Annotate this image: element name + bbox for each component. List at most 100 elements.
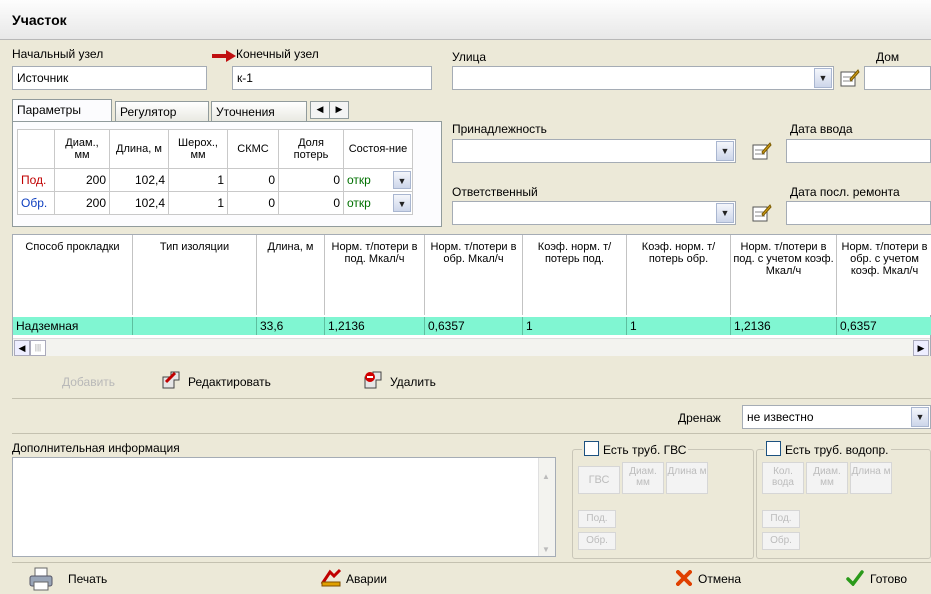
cell-skms[interactable]: 0 bbox=[227, 168, 279, 192]
grid-cell[interactable]: 1 bbox=[523, 317, 627, 335]
arrow-right-icon bbox=[212, 50, 236, 62]
grid-cell[interactable]: 0,6357 bbox=[837, 317, 931, 335]
table-row: Обр. 200 102,4 1 0 0 откр ▼ bbox=[17, 191, 413, 215]
cell-diam[interactable]: 200 bbox=[54, 191, 110, 215]
start-node-field[interactable]: Источник bbox=[12, 66, 207, 90]
cell-skms[interactable]: 0 bbox=[227, 191, 279, 215]
chevron-down-icon[interactable]: ▼ bbox=[393, 194, 411, 212]
grid-header[interactable]: Длина, м bbox=[257, 235, 325, 315]
scroll-thumb[interactable]: ||| bbox=[30, 340, 46, 356]
water-col-header: Кол. вода bbox=[762, 462, 804, 494]
scroll-down-icon[interactable]: ▼ bbox=[542, 545, 550, 554]
grid-cell[interactable]: 1,2136 bbox=[731, 317, 837, 335]
house-field[interactable] bbox=[864, 66, 931, 90]
belong-combo[interactable]: ▼ bbox=[452, 139, 736, 163]
cell-rough[interactable]: 1 bbox=[168, 168, 228, 192]
end-node-field[interactable]: к-1 bbox=[232, 66, 432, 90]
checkbox-icon[interactable] bbox=[584, 441, 599, 456]
horizontal-scrollbar[interactable]: ◀ ||| ▶ bbox=[13, 338, 930, 356]
water-col-header: Диам. мм bbox=[806, 462, 848, 494]
grid-cell[interactable]: 0,6357 bbox=[425, 317, 523, 335]
add-button[interactable]: Добавить bbox=[62, 375, 115, 389]
accident-icon bbox=[320, 568, 342, 587]
grid-cell[interactable]: 1,2136 bbox=[325, 317, 425, 335]
insulation-grid: Способ прокладки Тип изоляции Длина, м Н… bbox=[12, 234, 931, 356]
params-header-rough: Шерох., мм bbox=[168, 129, 228, 169]
cell-length[interactable]: 102,4 bbox=[109, 168, 169, 192]
state-select[interactable]: откр ▼ bbox=[343, 168, 413, 192]
grid-header[interactable]: Норм. т/потери в обр. с учетом коэф. Мка… bbox=[837, 235, 931, 315]
cancel-button[interactable]: Отмена bbox=[698, 572, 741, 586]
chevron-down-icon[interactable]: ▼ bbox=[716, 141, 734, 161]
accidents-button[interactable]: Аварии bbox=[346, 572, 387, 586]
state-value: откр bbox=[347, 196, 371, 210]
delete-button[interactable]: Удалить bbox=[390, 375, 436, 389]
edit-form-icon[interactable] bbox=[750, 140, 772, 162]
scroll-left-icon[interactable]: ◀ bbox=[14, 340, 30, 356]
grid-header[interactable]: Коэф. норм. т/потерь под. bbox=[523, 235, 627, 315]
gvs-checkbox-label: Есть труб. ГВС bbox=[603, 443, 687, 457]
cell-loss[interactable]: 0 bbox=[278, 168, 344, 192]
params-header-length: Длина, м bbox=[109, 129, 169, 169]
date-in-field[interactable] bbox=[786, 139, 931, 163]
grid-header[interactable]: Способ прокладки bbox=[13, 235, 133, 315]
chevron-down-icon[interactable]: ▼ bbox=[393, 171, 411, 189]
params-panel: Диам., мм Длина, м Шерох., мм СКМС Доля … bbox=[12, 121, 442, 227]
grid-header[interactable]: Коэф. норм. т/потерь обр. bbox=[627, 235, 731, 315]
params-table: Диам., мм Длина, м Шерох., мм СКМС Доля … bbox=[17, 129, 413, 215]
edit-form-icon[interactable] bbox=[750, 202, 772, 224]
end-node-label: Конечный узел bbox=[236, 47, 319, 61]
start-node-label: Начальный узел bbox=[12, 47, 104, 61]
grid-cell[interactable]: 33,6 bbox=[257, 317, 325, 335]
gvs-col-header: Диам. мм bbox=[622, 462, 664, 494]
edit-form-icon[interactable] bbox=[838, 67, 860, 89]
checkbox-icon[interactable] bbox=[766, 441, 781, 456]
scroll-right-icon[interactable]: ▶ bbox=[913, 340, 929, 356]
drain-value: не известно bbox=[747, 410, 814, 424]
gvs-checkbox[interactable]: Есть труб. ГВС bbox=[582, 441, 689, 457]
tab-scroll-left-icon[interactable]: ◀ bbox=[310, 101, 330, 119]
grid-header[interactable]: Норм. т/потери в под. с учетом коэф. Мка… bbox=[731, 235, 837, 315]
grid-header[interactable]: Норм. т/потери в обр. Мкал/ч bbox=[425, 235, 523, 315]
cell-length[interactable]: 102,4 bbox=[109, 191, 169, 215]
state-value: откр bbox=[347, 173, 371, 187]
water-row-label: Обр. bbox=[762, 532, 800, 550]
row-label-return: Обр. bbox=[17, 191, 55, 215]
chevron-down-icon[interactable]: ▼ bbox=[716, 203, 734, 223]
params-header-skms: СКМС bbox=[227, 129, 279, 169]
print-button[interactable]: Печать bbox=[68, 572, 107, 586]
cell-diam[interactable]: 200 bbox=[54, 168, 110, 192]
tab-regulator[interactable]: Регулятор bbox=[115, 101, 209, 121]
gvs-col-header: ГВС bbox=[578, 466, 620, 494]
grid-header[interactable]: Тип изоляции bbox=[133, 235, 257, 315]
street-combo[interactable]: ▼ bbox=[452, 66, 834, 90]
table-row[interactable]: Надземная 33,6 1,2136 0,6357 1 1 1,2136 … bbox=[13, 317, 931, 335]
cell-rough[interactable]: 1 bbox=[168, 191, 228, 215]
tab-refinements[interactable]: Уточнения bbox=[211, 101, 307, 121]
cancel-x-icon bbox=[676, 570, 692, 586]
chevron-down-icon[interactable]: ▼ bbox=[911, 407, 929, 427]
scroll-up-icon[interactable]: ▲ bbox=[542, 472, 550, 481]
date-repair-label: Дата посл. ремонта bbox=[790, 185, 900, 199]
tab-parameters[interactable]: Параметры bbox=[12, 99, 112, 121]
responsible-combo[interactable]: ▼ bbox=[452, 201, 736, 225]
cell-loss[interactable]: 0 bbox=[278, 191, 344, 215]
date-repair-field[interactable] bbox=[786, 201, 931, 225]
grid-cell[interactable]: Надземная bbox=[13, 317, 133, 335]
chevron-down-icon[interactable]: ▼ bbox=[814, 68, 832, 88]
extra-info-textarea[interactable]: ▲ ▼ bbox=[12, 457, 556, 557]
drain-select[interactable]: не известно ▼ bbox=[742, 405, 931, 429]
grid-cell[interactable]: 1 bbox=[627, 317, 731, 335]
params-header-loss: Доля потерь bbox=[278, 129, 344, 169]
grid-header[interactable]: Норм. т/потери в под. Мкал/ч bbox=[325, 235, 425, 315]
water-checkbox[interactable]: Есть труб. водопр. bbox=[764, 441, 891, 457]
vertical-scrollbar[interactable]: ▲ ▼ bbox=[538, 458, 555, 556]
state-select[interactable]: откр ▼ bbox=[343, 191, 413, 215]
grid-cell[interactable] bbox=[133, 317, 257, 335]
water-checkbox-label: Есть труб. водопр. bbox=[785, 443, 889, 457]
check-icon bbox=[846, 570, 864, 586]
done-button[interactable]: Готово bbox=[870, 572, 907, 586]
edit-button[interactable]: Редактировать bbox=[188, 375, 271, 389]
tab-scroll-right-icon[interactable]: ▶ bbox=[329, 101, 349, 119]
divider bbox=[12, 398, 931, 399]
